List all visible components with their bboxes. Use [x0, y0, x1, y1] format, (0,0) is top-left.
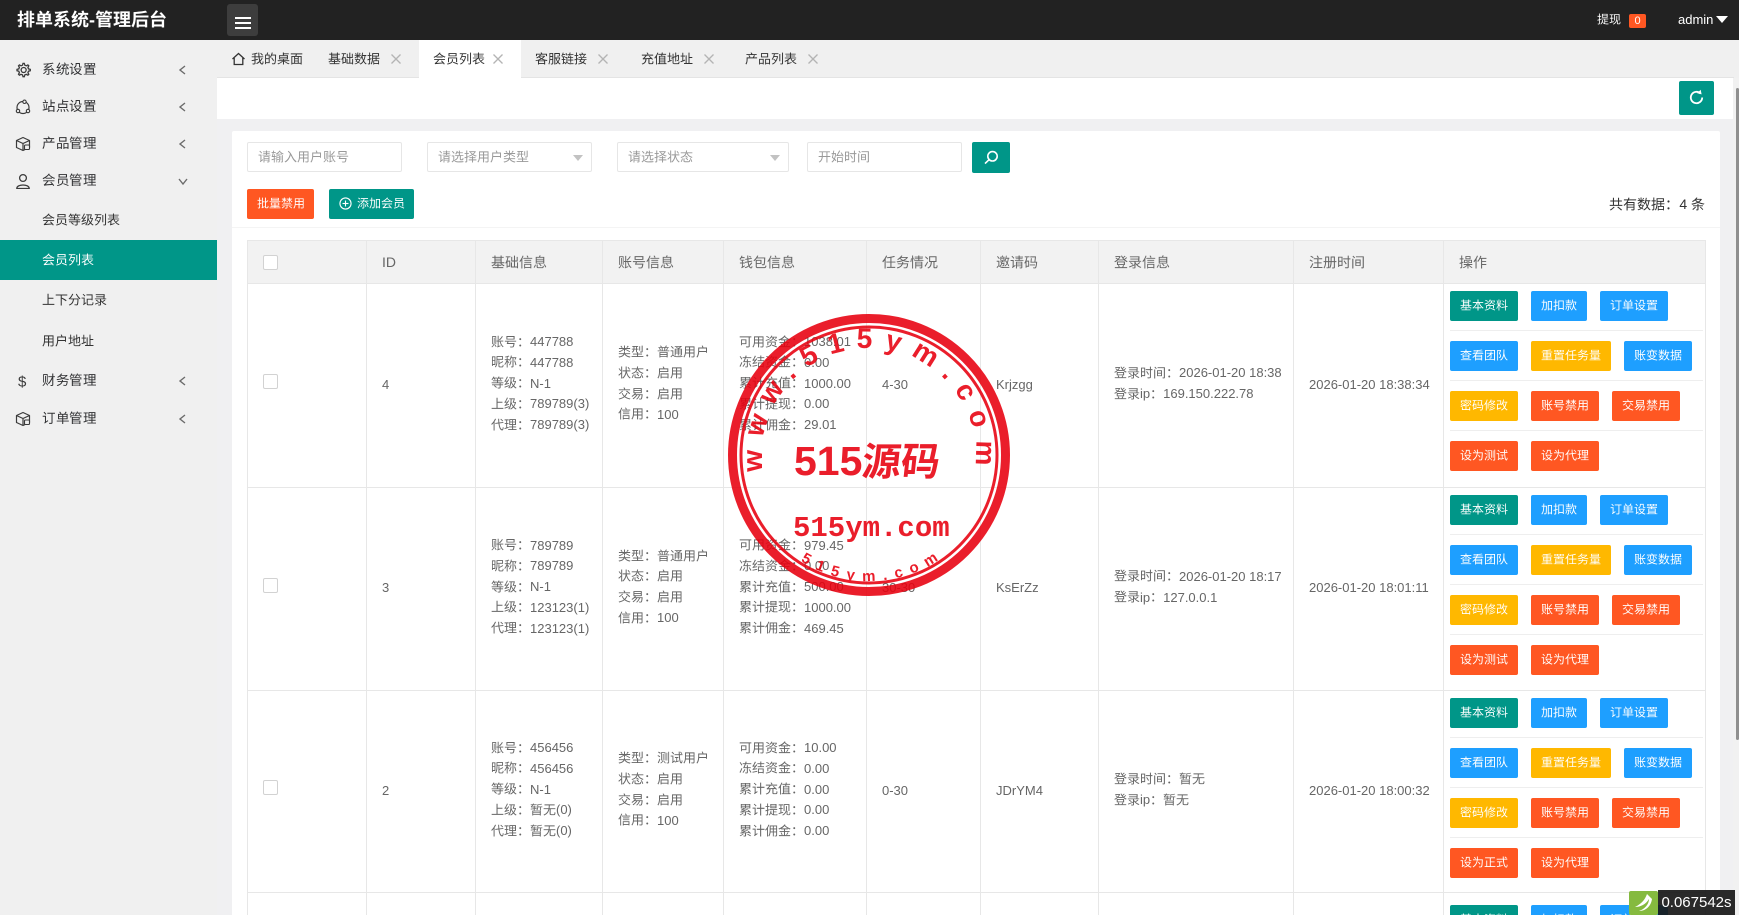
- svg-text:$: $: [18, 374, 27, 390]
